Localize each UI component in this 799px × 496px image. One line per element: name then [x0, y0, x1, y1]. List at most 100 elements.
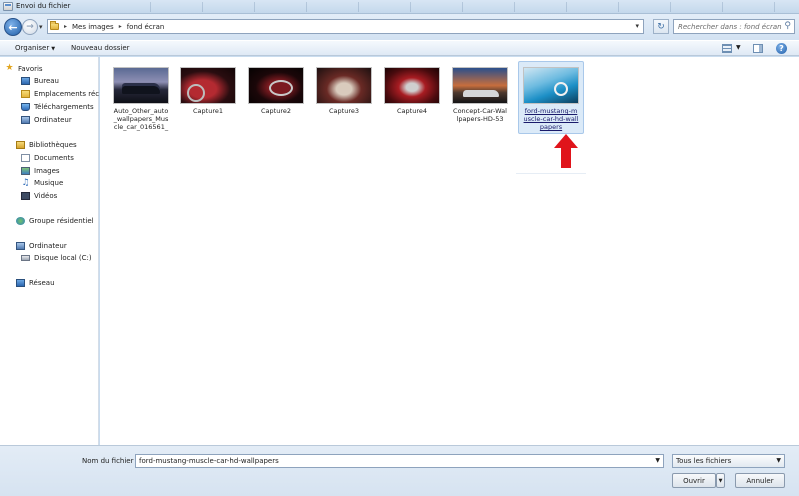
search-icon[interactable]: ⚲ [784, 21, 791, 31]
nav-favorites[interactable]: ★ Favoris [5, 63, 43, 73]
recent-places-icon [21, 90, 30, 98]
recent-pages-dropdown-icon[interactable]: ▾ [39, 23, 43, 31]
window-icon [3, 2, 13, 11]
window-title: Envoi du fichier [16, 2, 71, 10]
change-view-icon[interactable] [722, 44, 732, 53]
pictures-icon [21, 167, 30, 175]
nav-item-images[interactable]: Images [21, 167, 60, 175]
open-button[interactable]: Ouvrir [672, 473, 716, 488]
file-thumbnail [523, 67, 579, 104]
chevron-down-icon[interactable]: ▼ [655, 457, 660, 464]
nav-homegroup-label: Groupe résidentiel [29, 217, 94, 225]
computer-icon [16, 242, 25, 250]
nav-item-videos[interactable]: Vidéos [21, 192, 57, 200]
search-placeholder: Rechercher dans : fond écran [678, 23, 782, 31]
file-thumbnail [452, 67, 508, 104]
title-bar: Envoi du fichier [0, 0, 799, 14]
nav-libraries[interactable]: Bibliothèques [16, 141, 77, 149]
nav-item-label: Images [34, 167, 60, 175]
downloads-icon [21, 103, 30, 111]
open-options-dropdown-icon[interactable]: ▼ [716, 473, 725, 488]
command-bar: Organiser ▼ Nouveau dossier ▼ ? [0, 40, 799, 56]
navigation-pane[interactable]: ★ Favoris Bureau Emplacements réce Téléc… [0, 57, 99, 445]
filename-label: Nom du fichier : [82, 457, 139, 465]
organize-button[interactable]: Organiser ▼ [15, 44, 55, 52]
filetype-select[interactable]: Tous les fichiers ▼ [672, 454, 785, 468]
libraries-icon [16, 141, 25, 149]
breadcrumb-fond-ecran[interactable]: fond écran [127, 23, 165, 31]
computer-icon [21, 116, 30, 124]
new-folder-button[interactable]: Nouveau dossier [71, 44, 130, 52]
nav-homegroup[interactable]: Groupe résidentiel [16, 217, 94, 225]
back-button[interactable]: ← [4, 18, 22, 36]
nav-item-label: Vidéos [34, 192, 58, 200]
breadcrumb-mes-images[interactable]: Mes images [72, 23, 114, 31]
file-name: Capture1 [193, 107, 223, 115]
file-name: Concept-Car-Wal lpapers-HD-53 [453, 107, 507, 123]
address-dropdown-icon[interactable]: ▾ [635, 22, 639, 30]
navigation-bar: ← → ▾ ▸ Mes images ▸ fond écran ▾ ↻ Rech… [0, 14, 799, 40]
nav-item-label: Ordinateur [34, 116, 72, 124]
file-item[interactable]: Concept-Car-Wal lpapers-HD-53 [447, 62, 513, 123]
address-bar[interactable]: ▸ Mes images ▸ fond écran ▾ [47, 19, 644, 34]
nav-libraries-label: Bibliothèques [29, 141, 77, 149]
organize-label: Organiser [15, 44, 50, 52]
breadcrumb-separator-icon[interactable]: ▸ [119, 23, 122, 30]
search-input[interactable]: Rechercher dans : fond écran ⚲ [673, 19, 795, 34]
file-name: Capture4 [397, 107, 427, 115]
filename-value: ford-mustang-muscle-car-hd-wallpapers [139, 457, 279, 465]
file-thumbnail [316, 67, 372, 104]
nav-item-bureau[interactable]: Bureau [21, 77, 59, 85]
nav-item-ordinateur-fav[interactable]: Ordinateur [21, 116, 72, 124]
filetype-value: Tous les fichiers [676, 457, 732, 465]
cancel-button[interactable]: Annuler [735, 473, 785, 488]
preview-pane-icon[interactable] [753, 44, 763, 53]
nav-item-label: Bureau [34, 77, 59, 85]
view-options-dropdown-icon[interactable]: ▼ [736, 44, 741, 51]
nav-favorites-label: Favoris [18, 64, 43, 73]
red-arrow-annotation-icon [554, 134, 578, 168]
documents-icon [21, 154, 30, 162]
nav-item-downloads[interactable]: Téléchargements [21, 103, 94, 111]
nav-item-recent-places[interactable]: Emplacements réce [21, 90, 99, 98]
file-dialog-footer: Nom du fichier : ford-mustang-muscle-car… [0, 445, 799, 496]
nav-item-label: Emplacements réce [34, 90, 99, 98]
nav-item-music[interactable]: ♫ Musique [21, 179, 64, 188]
nav-computer[interactable]: Ordinateur [16, 242, 67, 250]
file-list[interactable]: Auto_Other_auto _wallpapers_Mus cle_car_… [100, 57, 799, 445]
file-name: Auto_Other_auto _wallpapers_Mus cle_car_… [113, 107, 169, 131]
file-thumbnail [180, 67, 236, 104]
videos-icon [21, 192, 30, 200]
hard-disk-icon [21, 255, 30, 261]
filename-field[interactable]: ford-mustang-muscle-car-hd-wallpapers ▼ [135, 454, 664, 468]
file-item[interactable]: Capture2 [243, 62, 309, 115]
folder-icon [50, 21, 59, 30]
nav-item-label: Disque local (C:) [34, 254, 92, 262]
background-bookmarks-ghost [150, 2, 795, 12]
file-name: ford-mustang-m uscle-car-hd-wall papers [523, 107, 579, 131]
desktop-icon [21, 77, 30, 85]
file-thumbnail [113, 67, 169, 104]
file-item[interactable]: Capture1 [175, 62, 241, 115]
file-item-selected[interactable]: ford-mustang-m uscle-car-hd-wall papers [518, 61, 584, 134]
nav-item-label: Documents [34, 154, 74, 162]
refresh-button[interactable]: ↻ [653, 19, 669, 34]
file-name: Capture3 [329, 107, 359, 115]
file-item[interactable]: Capture3 [311, 62, 377, 115]
network-icon [16, 279, 25, 287]
chevron-down-icon: ▼ [776, 457, 781, 464]
file-item[interactable]: Capture4 [379, 62, 445, 115]
homegroup-icon [16, 217, 25, 225]
star-icon: ★ [5, 63, 14, 73]
file-item[interactable]: Auto_Other_auto _wallpapers_Mus cle_car_… [108, 62, 174, 131]
nav-item-local-disk[interactable]: Disque local (C:) [21, 254, 92, 262]
nav-item-label: Musique [34, 179, 64, 187]
nav-network-label: Réseau [29, 279, 55, 287]
help-icon[interactable]: ? [776, 43, 787, 54]
forward-button[interactable]: → [22, 19, 38, 35]
nav-item-documents[interactable]: Documents [21, 154, 74, 162]
breadcrumb-separator-icon[interactable]: ▸ [64, 23, 67, 30]
nav-network[interactable]: Réseau [16, 279, 55, 287]
file-thumbnail [248, 67, 304, 104]
file-thumbnail [384, 67, 440, 104]
